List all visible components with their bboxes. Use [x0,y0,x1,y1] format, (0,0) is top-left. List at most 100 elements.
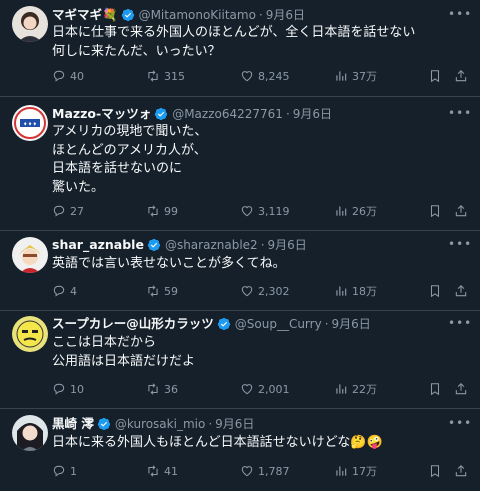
share-icon [455,285,467,297]
retweet-button[interactable]: 99 [146,203,178,219]
tweet-actions: 40 315 8,245 37万 [52,68,472,84]
author-handle[interactable]: @sharaznable2 [165,238,258,252]
reply-count: 4 [70,284,77,298]
retweet-button[interactable]: 315 [146,68,185,84]
tweet[interactable]: shar_aznable @sharaznable2 · 9月6日 ••• 英語では言… [0,231,480,311]
like-button[interactable]: 3,119 [240,203,290,219]
share-button[interactable] [454,68,472,84]
author-name[interactable]: マギマギ💐 [52,7,118,22]
reply-icon [53,383,65,395]
tweet-actions: 10 36 2,001 22万 [52,381,472,397]
author-name[interactable]: Mazzo-マッツォ [52,106,151,121]
tweet-date[interactable]: 9月6日 [215,417,254,431]
like-count: 3,119 [258,204,290,218]
views-button[interactable]: 26万 [334,203,377,219]
reply-icon [53,285,65,297]
avatar[interactable] [12,316,48,352]
tweet-text-line: 英語では言い表せないことが多くてね。 [52,256,286,271]
heart-icon [241,206,253,217]
tweet[interactable]: 黒崎 澪 @kurosaki_mio · 9月6日 ••• 日本に来る外国人もほとんど… [0,409,480,491]
views-button[interactable]: 37万 [334,68,377,84]
views-button[interactable]: 17万 [334,463,377,479]
retweet-icon [148,205,158,217]
heart-icon [241,384,253,395]
views-icon [336,466,347,476]
bookmark-icon [430,465,440,478]
retweet-count: 99 [164,204,178,218]
tweet-date[interactable]: 9月6日 [293,107,332,121]
reply-button[interactable]: 4 [52,283,77,299]
retweet-icon [148,383,158,395]
bookmark-button[interactable] [428,381,446,397]
author-handle[interactable]: @kurosaki_mio [115,417,205,431]
avatar[interactable] [12,237,48,273]
more-icon[interactable]: ••• [448,417,471,432]
avatar[interactable] [12,6,48,42]
tweet-text: 英語では言い表せないことが多くてね。 [52,255,460,274]
reply-count: 27 [70,204,84,218]
tweet-text-line: アメリカの現地で聞いた、 [52,124,208,139]
like-count: 2,001 [258,382,290,396]
reply-count: 1 [70,464,77,478]
reply-button[interactable]: 40 [52,68,84,84]
views-button[interactable]: 22万 [334,381,377,397]
more-icon[interactable]: ••• [448,107,471,122]
tweet-text-line: 公用語は日本語だけだよ [52,353,196,369]
bookmark-button[interactable] [428,283,446,299]
tweet[interactable]: スープカレー@山形カラッツ @Soup__Curry · 9月6日 ••• ここは日本… [0,311,480,409]
tweet-text: 日本に仕事で来る外国人のほとんどが、全く日本語を話せない 何しに来たんだ、いった… [52,24,460,61]
avatar[interactable] [12,415,48,451]
separator: · [208,417,213,431]
author-handle[interactable]: @Mazzo64227761 [172,107,283,121]
tweet-text-line: 日本に来る外国人もほとんど日本語話せないけどな🤔🤪 [52,435,383,450]
retweet-button[interactable]: 41 [146,463,178,479]
retweet-count: 41 [164,464,178,478]
tweet[interactable]: ♦ ♦ ♦ Mazzo-マッツォ @Mazzo64227761 · 9月6日 ••• … [0,97,480,231]
author-handle[interactable]: @MitamonoKiitamo [139,8,256,22]
like-button[interactable]: 8,245 [240,68,290,84]
tweet[interactable]: マギマギ💐 @MitamonoKiitamo · 9月6日 ••• 日本に仕事で来る外… [0,0,480,97]
share-button[interactable] [454,203,472,219]
like-count: 1,787 [258,464,290,478]
timeline-feed: マギマギ💐 @MitamonoKiitamo · 9月6日 ••• 日本に仕事で来る外… [0,0,480,491]
bookmark-button[interactable] [428,68,446,84]
like-button[interactable]: 2,302 [240,283,290,299]
tweet-date[interactable]: 9月6日 [332,317,371,331]
bookmark-icon [430,383,440,396]
views-icon [336,206,347,216]
view-count: 17万 [352,465,377,478]
retweet-count: 36 [164,382,178,396]
author-name[interactable]: 黒崎 澪 [52,416,94,431]
views-button[interactable]: 18万 [334,283,377,299]
author-handle[interactable]: @Soup__Curry [235,317,322,331]
bookmark-button[interactable] [428,203,446,219]
retweet-icon [148,285,158,297]
reply-button[interactable]: 27 [52,203,84,219]
author-name[interactable]: スープカレー@山形カラッツ [52,316,214,331]
share-button[interactable] [454,283,472,299]
bookmark-button[interactable] [428,463,446,479]
more-icon[interactable]: ••• [448,317,471,332]
like-button[interactable]: 2,001 [240,381,290,397]
tweet-date[interactable]: 9月6日 [268,238,307,252]
share-button[interactable] [454,381,472,397]
author-name[interactable]: shar_aznable [52,237,144,252]
views-icon [336,384,347,394]
more-icon[interactable]: ••• [448,8,471,23]
reply-button[interactable]: 10 [52,381,84,397]
retweet-button[interactable]: 59 [146,283,178,299]
view-count: 26万 [352,205,377,218]
reply-icon [53,465,65,477]
share-button[interactable] [454,463,472,479]
tweet-text: アメリカの現地で聞いた、 ほとんどのアメリカ人が、 日本語を話せないのに 驚いた… [52,123,460,197]
reply-button[interactable]: 1 [52,463,77,479]
reply-count: 10 [70,382,84,396]
tweet-date[interactable]: 9月6日 [266,8,305,22]
retweet-button[interactable]: 36 [146,381,178,397]
more-icon[interactable]: ••• [448,238,471,253]
avatar[interactable]: ♦ ♦ ♦ [12,105,48,141]
like-button[interactable]: 1,787 [240,463,290,479]
heart-icon [241,466,253,477]
separator: · [258,8,263,22]
reply-icon [53,70,65,82]
